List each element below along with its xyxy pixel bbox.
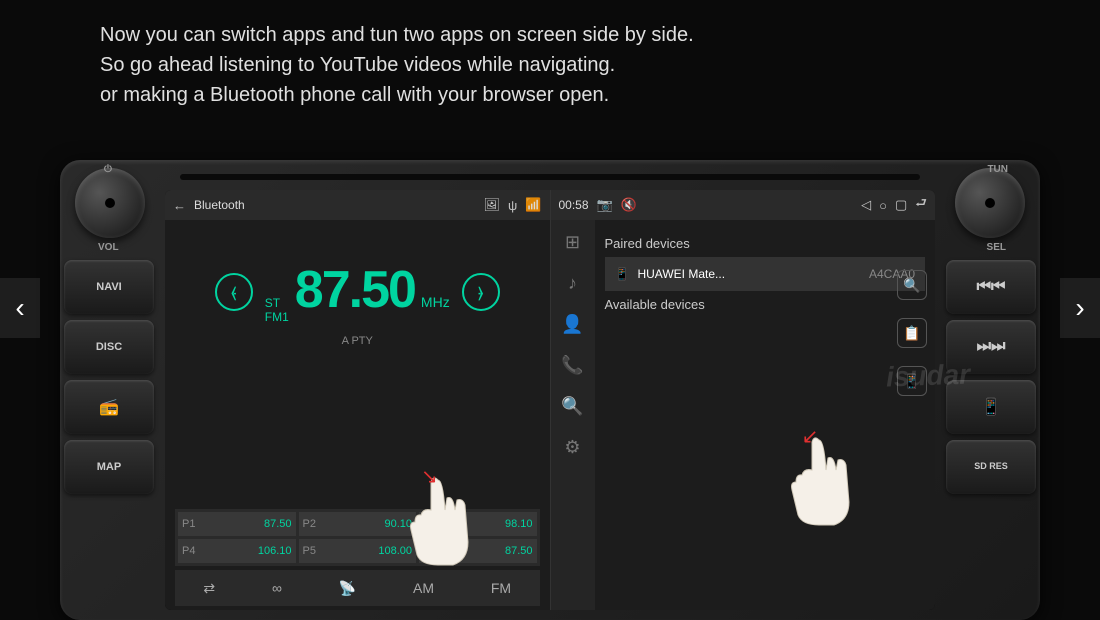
nav-recent-icon[interactable]: ▢ [895, 197, 907, 213]
shuffle-icon[interactable]: ⇄ [203, 580, 215, 597]
clock: 00:58 [559, 198, 589, 212]
search-icon[interactable]: 🔍 [561, 396, 583, 417]
loop-icon[interactable]: ∞ [272, 580, 282, 596]
disc-slot [180, 174, 920, 180]
wifi-icon: 📶 [525, 197, 541, 213]
fm-button[interactable]: FM [491, 580, 511, 596]
preset-button[interactable]: P290.10 [299, 512, 417, 536]
volume-knob[interactable] [75, 168, 145, 238]
radio-button[interactable]: 📻 [64, 380, 154, 434]
bt-sidebar: ⊞ ♪ 👤 📞 🔍 ⚙ [551, 220, 595, 610]
disc-button[interactable]: DISC [64, 320, 154, 374]
paired-device-row[interactable]: 📱 HUAWEI Mate... A4CAA0 [605, 257, 926, 291]
power-icon: ⏻ [104, 164, 112, 175]
gear-icon[interactable]: ⚙ [564, 437, 580, 458]
prev-track-button[interactable]: ⏮⏮ [946, 260, 1036, 314]
contacts-icon[interactable]: 👤 [561, 314, 583, 335]
tune-up-button[interactable]: ⦒ [462, 273, 500, 311]
right-app-screen: 00:58 📷 🔇 ◁ ○ ▢ ⮐ ⊞ ♪ 👤 📞 🔍 [551, 190, 936, 610]
band-label: FM1 [265, 310, 289, 324]
nav-home-icon[interactable]: ○ [879, 198, 887, 213]
tune-down-button[interactable]: ⦑ [215, 273, 253, 311]
frequency-display: ⦑ ST FM1 87.50 MHz ⦒ [175, 260, 540, 325]
mute-icon: 🔇 [621, 197, 637, 213]
left-app-screen: ← Bluetooth 🖼 ψ 📶 ⦑ ST FM1 [165, 190, 551, 610]
bluetooth-app: ⊞ ♪ 👤 📞 🔍 ⚙ Paired devices 📱 HUAWEI Mate… [551, 220, 936, 610]
prev-icon: ⏮⏮ [977, 278, 1006, 296]
radio-app: ⦑ ST FM1 87.50 MHz ⦒ A PTY [165, 220, 550, 610]
tune-knob[interactable] [955, 168, 1025, 238]
antenna-icon[interactable]: 📡 [339, 580, 356, 597]
preset-button[interactable]: P187.50 [178, 512, 296, 536]
tun-label: TUN [987, 164, 1008, 175]
call-icon[interactable]: 📞 [561, 355, 583, 376]
nav-return-icon[interactable]: ⮐ [915, 194, 927, 216]
sel-label: SEL [987, 242, 1006, 253]
preset-button[interactable]: P398.10 [419, 512, 537, 536]
nav-back-icon[interactable]: ◁ [861, 197, 871, 213]
status-title: Bluetooth [194, 198, 245, 212]
frequency-value: 87.50 [295, 260, 415, 320]
preset-button[interactable]: P5108.00 [299, 539, 417, 563]
am-button[interactable]: AM [413, 580, 434, 596]
camera-icon: 📷 [597, 197, 613, 213]
phone-icon: 📱 [981, 397, 1001, 417]
promo-text: Now you can switch apps and tun two apps… [0, 0, 1100, 120]
bt-scan-icon[interactable]: 🔍 [897, 270, 927, 300]
paired-devices-title: Paired devices [605, 236, 926, 251]
preset-button[interactable]: P687.50 [419, 539, 537, 563]
music-icon[interactable]: ♪ [568, 273, 577, 294]
gallery-prev-button[interactable]: ‹ [0, 278, 40, 338]
watermark-logo: isudar [885, 359, 970, 394]
right-status-bar: 00:58 📷 🔇 ◁ ○ ▢ ⮐ [551, 190, 936, 220]
device-type-icon: 📱 [615, 267, 630, 281]
promo-line: So go ahead listening to YouTube videos … [100, 50, 1000, 80]
radio-icon: 📻 [99, 397, 119, 417]
preset-button[interactable]: P4106.10 [178, 539, 296, 563]
gallery-icon: 🖼 [484, 197, 501, 213]
device-name: HUAWEI Mate... [637, 267, 725, 281]
left-status-bar: ← Bluetooth 🖼 ψ 📶 [165, 190, 550, 220]
left-button-column: NAVI DISC 📻 MAP [64, 260, 154, 494]
next-icon: ⏭⏭ [977, 338, 1006, 356]
radio-bottom-bar: ⇄ ∞ 📡 AM FM [175, 570, 540, 606]
map-button[interactable]: MAP [64, 440, 154, 494]
promo-line: Now you can switch apps and tun two apps… [100, 20, 1000, 50]
radio-info-row: A PTY [175, 335, 540, 347]
available-devices-title: Available devices [605, 297, 926, 312]
preset-grid: P187.50 P290.10 P398.10 P4106.10 P5108.0… [175, 509, 540, 566]
frequency-unit: MHz [421, 294, 450, 310]
bt-list-icon[interactable]: 📋 [897, 318, 927, 348]
gallery-next-button[interactable]: › [1060, 278, 1100, 338]
navi-button[interactable]: NAVI [64, 260, 154, 314]
sd-res-button[interactable]: SD RES [946, 440, 1036, 494]
bt-main-panel: Paired devices 📱 HUAWEI Mate... A4CAA0 A… [595, 220, 936, 610]
back-icon[interactable]: ← [173, 198, 186, 213]
split-screen: ← Bluetooth 🖼 ψ 📶 ⦑ ST FM1 [165, 190, 935, 610]
keypad-icon[interactable]: ⊞ [565, 232, 580, 253]
usb-icon: ψ [508, 198, 517, 213]
vol-label: VOL [98, 242, 119, 253]
stereo-label: ST [265, 296, 289, 310]
promo-line: or making a Bluetooth phone call with yo… [100, 80, 1000, 110]
